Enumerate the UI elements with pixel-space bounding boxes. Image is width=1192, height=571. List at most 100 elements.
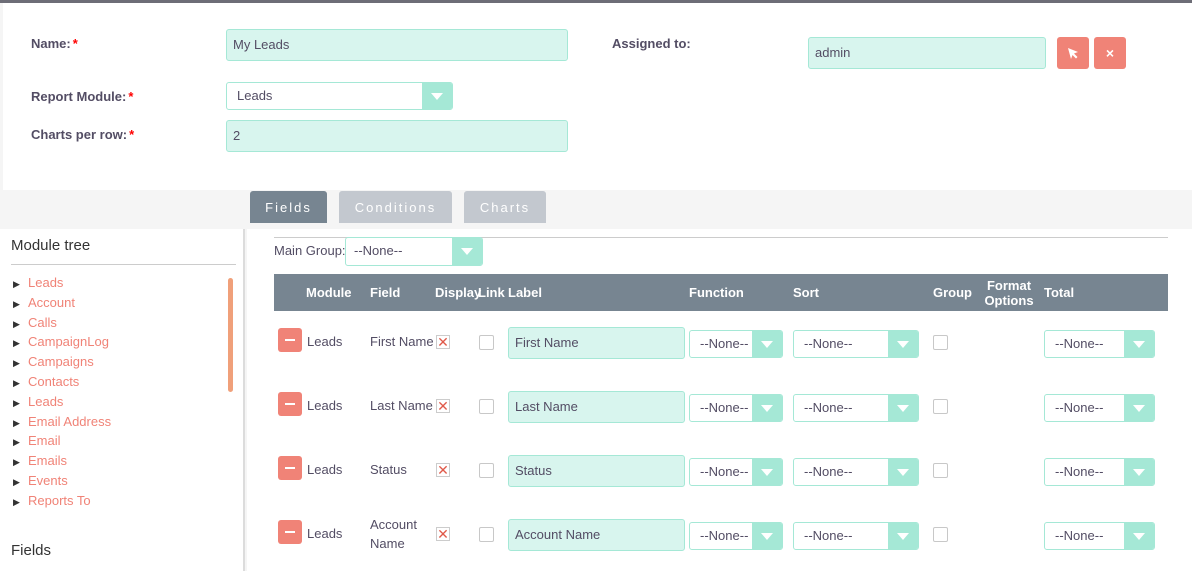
chevron-down-icon (888, 395, 918, 421)
main-group-label: Main Group: (274, 243, 346, 258)
label-input[interactable]: Last Name (508, 391, 685, 423)
main-group-select[interactable]: --None-- (345, 237, 483, 266)
triangle-right-icon: ▶ (13, 477, 20, 487)
table-row: Leads Status ✕ Status --None-- --None-- … (274, 439, 1168, 503)
header-field: Field (370, 285, 401, 300)
header-group: Group (933, 285, 972, 300)
tab-conditions[interactable]: Conditions (339, 191, 452, 223)
tree-item-email[interactable]: ▶ Email (13, 432, 61, 450)
header-format-options: Format Options (984, 277, 1034, 308)
chevron-down-icon (752, 395, 782, 421)
header-total: Total (1044, 285, 1075, 300)
triangle-right-icon: ▶ (13, 418, 20, 428)
tree-item-emails[interactable]: ▶ Emails (13, 452, 67, 470)
tree-item-leads[interactable]: ▶ Leads (13, 274, 63, 292)
group-checkbox[interactable] (933, 463, 948, 478)
header-module: Module (306, 285, 352, 300)
row-field: Last Name (370, 398, 433, 413)
tab-fields[interactable]: Fields (250, 191, 327, 223)
divider (11, 264, 236, 265)
fields-title: Fields (11, 542, 52, 559)
function-select[interactable]: --None-- (689, 394, 783, 422)
select-user-button[interactable] (1057, 37, 1089, 69)
tree-item-leads-2[interactable]: ▶ Leads (13, 393, 63, 411)
tree-item-email-address[interactable]: ▶ Email Address (13, 413, 111, 431)
chevron-down-icon (1124, 395, 1154, 421)
row-module: Leads (307, 334, 343, 349)
chevron-down-icon (888, 523, 918, 549)
link-checkbox[interactable] (479, 399, 494, 414)
assigned-to-input[interactable]: admin (808, 37, 1046, 69)
triangle-right-icon: ▶ (13, 338, 20, 348)
display-checkbox[interactable]: ✕ (436, 527, 450, 541)
group-checkbox[interactable] (933, 399, 948, 414)
header-function: Function (689, 285, 744, 300)
row-field: First Name (370, 334, 434, 349)
header-link: Link (478, 285, 505, 300)
chevron-down-icon (752, 331, 782, 357)
header-label: Label (508, 285, 542, 300)
close-icon: × (1105, 45, 1115, 61)
sort-select[interactable]: --None-- (793, 458, 919, 486)
remove-row-button[interactable] (278, 328, 302, 352)
sort-select[interactable]: --None-- (793, 522, 919, 550)
total-select[interactable]: --None-- (1044, 330, 1155, 358)
chevron-down-icon (422, 83, 452, 109)
group-checkbox[interactable] (933, 527, 948, 542)
tab-charts[interactable]: Charts (464, 191, 546, 223)
row-field: Status (370, 462, 407, 477)
triangle-right-icon: ▶ (13, 299, 20, 309)
display-checkbox[interactable]: ✕ (436, 335, 450, 349)
report-module-select[interactable]: Leads (226, 82, 453, 110)
charts-per-row-input[interactable]: 2 (226, 120, 568, 152)
total-select[interactable]: --None-- (1044, 394, 1155, 422)
label-input[interactable]: Account Name (508, 519, 685, 551)
header-sort: Sort (793, 285, 819, 300)
row-module: Leads (307, 398, 343, 413)
chevron-down-icon (888, 331, 918, 357)
chevron-down-icon (1124, 331, 1154, 357)
label-input[interactable]: Status (508, 455, 685, 487)
tree-item-campaigns[interactable]: ▶ Campaigns (13, 353, 94, 371)
tree-item-events[interactable]: ▶ Events (13, 472, 68, 490)
label-input[interactable]: First Name (508, 327, 685, 359)
fields-table-header: Module Field Display Link Label Function… (274, 274, 1168, 311)
link-checkbox[interactable] (479, 335, 494, 350)
function-select[interactable]: --None-- (689, 522, 783, 550)
cursor-arrow-icon (1068, 48, 1078, 59)
group-checkbox[interactable] (933, 335, 948, 350)
total-select[interactable]: --None-- (1044, 458, 1155, 486)
report-details-panel: Name: * My Leads Assigned to: admin × Rep… (3, 3, 1192, 190)
report-module-label: Report Module: * (31, 89, 134, 104)
link-checkbox[interactable] (479, 463, 494, 478)
remove-row-button[interactable] (278, 392, 302, 416)
sort-select[interactable]: --None-- (793, 330, 919, 358)
function-select[interactable]: --None-- (689, 330, 783, 358)
clear-user-button[interactable]: × (1094, 37, 1126, 69)
tree-item-contacts[interactable]: ▶ Contacts (13, 373, 79, 391)
row-module: Leads (307, 462, 343, 477)
charts-per-row-label: Charts per row: * (31, 127, 135, 142)
tree-item-calls[interactable]: ▶ Calls (13, 314, 57, 332)
name-input[interactable]: My Leads (226, 29, 568, 61)
chevron-down-icon (1124, 523, 1154, 549)
function-select[interactable]: --None-- (689, 458, 783, 486)
remove-row-button[interactable] (278, 520, 302, 544)
remove-row-button[interactable] (278, 456, 302, 480)
tree-item-account[interactable]: ▶ Account (13, 294, 75, 312)
triangle-right-icon: ▶ (13, 319, 20, 329)
module-tree-title: Module tree (11, 237, 91, 254)
display-checkbox[interactable]: ✕ (436, 399, 450, 413)
triangle-right-icon: ▶ (13, 279, 20, 289)
fields-panel: Main Group: --None-- Module Field Displa… (247, 229, 1192, 571)
sidebar-scrollbar[interactable] (228, 278, 233, 392)
chevron-down-icon (1124, 459, 1154, 485)
row-module: Leads (307, 526, 343, 541)
tree-item-campaignlog[interactable]: ▶ CampaignLog (13, 333, 109, 351)
total-select[interactable]: --None-- (1044, 522, 1155, 550)
sort-select[interactable]: --None-- (793, 394, 919, 422)
tree-item-reports-to[interactable]: ▶ Reports To (13, 492, 91, 510)
triangle-right-icon: ▶ (13, 378, 20, 388)
display-checkbox[interactable]: ✕ (436, 463, 450, 477)
link-checkbox[interactable] (479, 527, 494, 542)
